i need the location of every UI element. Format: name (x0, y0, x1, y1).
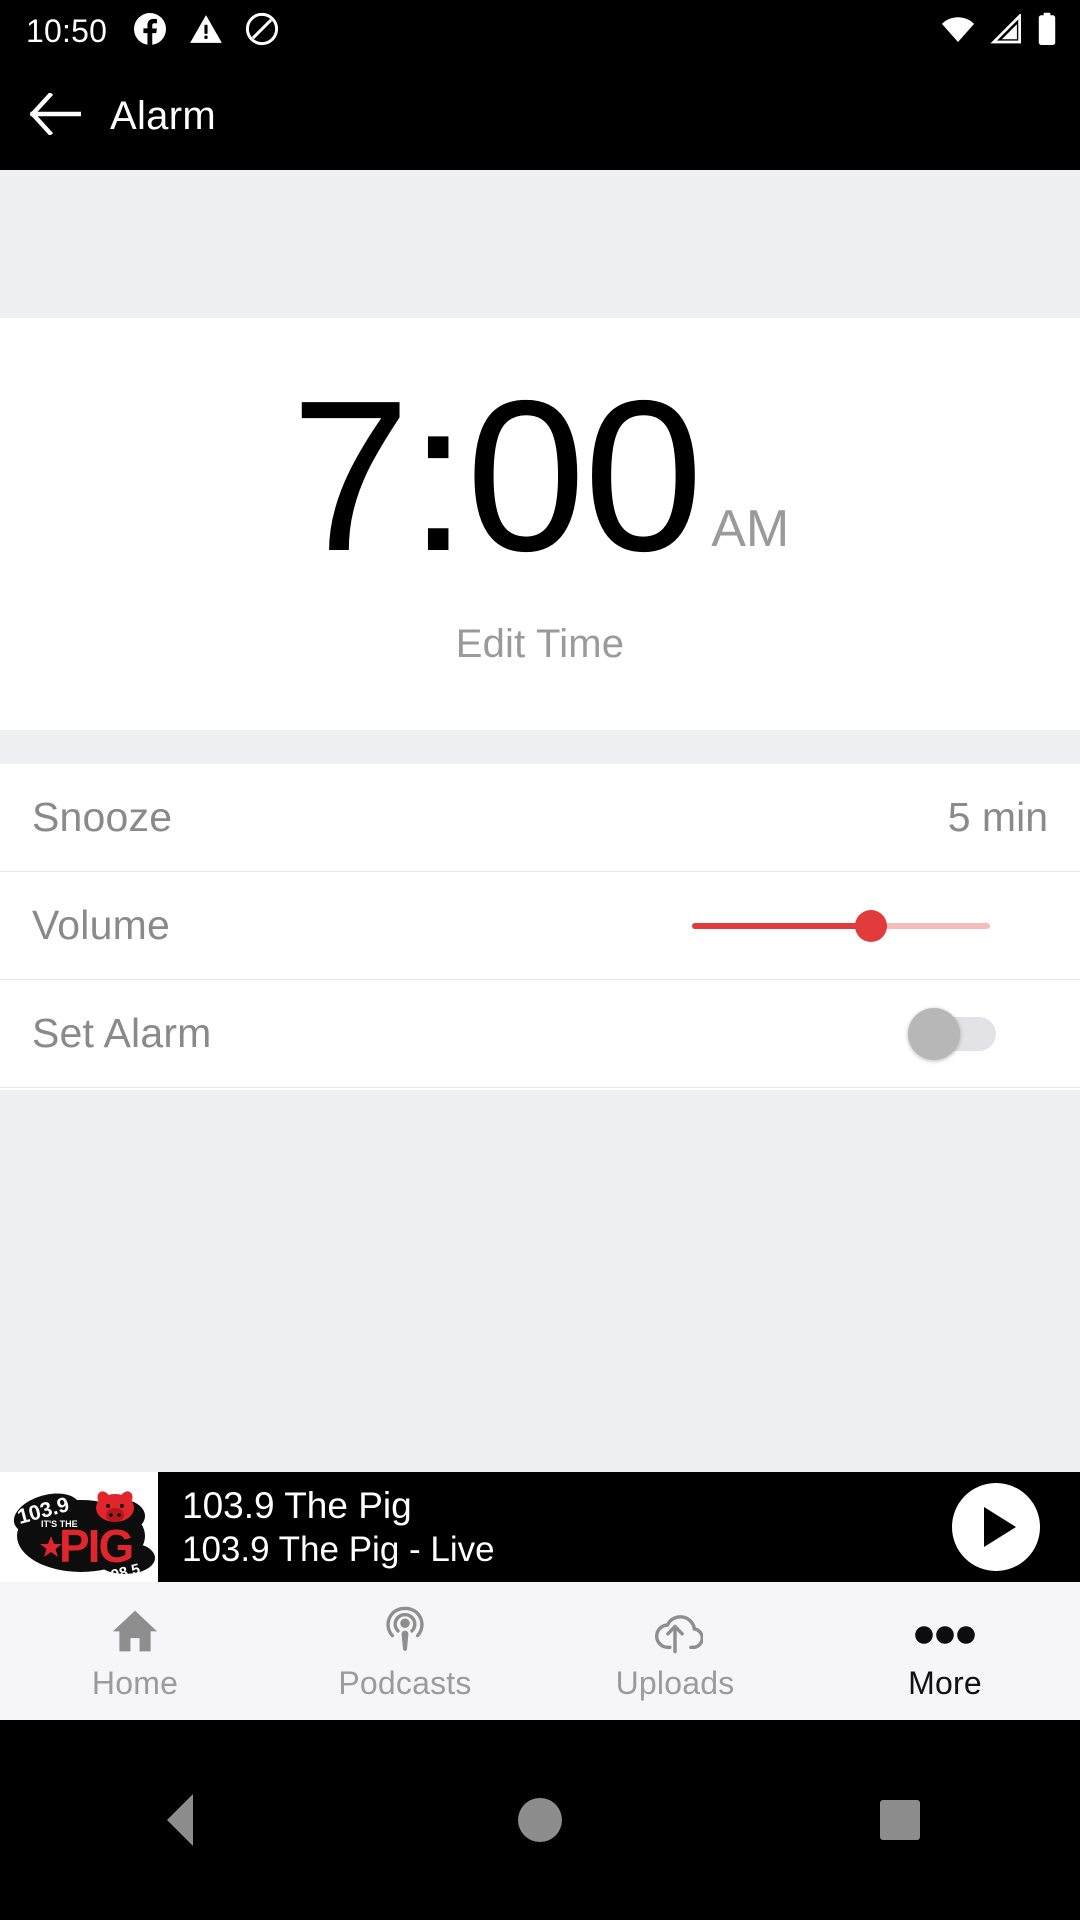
now-playing-bar[interactable]: 103.9 IT'S THE PIG 98.5 103.9 The Pig 10… (0, 1472, 1080, 1582)
more-dots-icon (912, 1601, 978, 1657)
nav-recents-icon (880, 1800, 920, 1840)
home-icon (109, 1601, 161, 1657)
page-title: Alarm (110, 93, 216, 138)
section-divider-band (0, 730, 1080, 764)
nav-back-button[interactable] (0, 1794, 360, 1846)
warning-triangle-icon (189, 13, 223, 50)
do-not-disturb-icon (245, 12, 279, 51)
set-alarm-label: Set Alarm (32, 1010, 212, 1056)
wifi-icon (940, 14, 976, 49)
tab-uploads-label: Uploads (615, 1664, 735, 1701)
tab-more[interactable]: More (810, 1582, 1080, 1720)
tab-uploads[interactable]: Uploads (540, 1582, 810, 1720)
play-button[interactable] (952, 1483, 1040, 1571)
volume-slider-fill (692, 922, 871, 929)
volume-label: Volume (32, 902, 170, 948)
volume-slider[interactable] (692, 906, 990, 946)
play-icon (984, 1507, 1016, 1547)
snooze-value-wrap: 5 min (948, 794, 1048, 841)
set-alarm-row[interactable]: Set Alarm (0, 980, 1080, 1088)
alarm-time-row: 7:00 AM (290, 354, 790, 596)
status-bar-system-icons (940, 12, 1058, 51)
volume-control-wrap (692, 906, 1048, 946)
nav-home-icon (518, 1798, 562, 1842)
now-playing-subtitle: 103.9 The Pig - Live (182, 1530, 495, 1570)
station-artwork: 103.9 IT'S THE PIG 98.5 (0, 1472, 158, 1582)
cellular-signal-icon (989, 12, 1023, 49)
nav-back-icon (167, 1794, 193, 1846)
android-navigation-bar (0, 1720, 1080, 1920)
bottom-tab-bar: Home Podcasts Uploads More (0, 1582, 1080, 1720)
status-bar-notification-icons (133, 12, 279, 51)
app-bar: Alarm (0, 62, 1080, 170)
snooze-label: Snooze (32, 794, 173, 840)
nav-recents-button[interactable] (720, 1800, 1080, 1840)
back-button[interactable] (0, 91, 110, 140)
now-playing-meta: 103.9 The Pig 103.9 The Pig - Live (158, 1485, 952, 1570)
snooze-value: 5 min (947, 794, 1048, 840)
status-bar-clock: 10:50 (26, 13, 108, 49)
volume-row[interactable]: Volume (0, 872, 1080, 980)
set-alarm-toggle-thumb[interactable] (908, 1007, 960, 1060)
set-alarm-toggle[interactable] (908, 1007, 996, 1060)
volume-slider-thumb[interactable] (854, 909, 887, 942)
set-alarm-toggle-wrap (908, 1007, 1048, 1060)
tab-home[interactable]: Home (0, 1582, 270, 1720)
status-bar: 10:50 (0, 0, 1080, 62)
tab-home-label: Home (91, 1664, 179, 1701)
nav-home-button[interactable] (360, 1798, 720, 1842)
snooze-row[interactable]: Snooze 5 min (0, 764, 1080, 872)
now-playing-title: 103.9 The Pig (182, 1484, 412, 1526)
tab-more-label: More (908, 1664, 982, 1701)
podcast-icon (378, 1601, 432, 1657)
alarm-time: 7:00 (290, 354, 703, 596)
bottom-gray-band (0, 1090, 1080, 1472)
cloud-upload-icon (647, 1601, 703, 1657)
facebook-icon (133, 12, 167, 51)
settings-list: Snooze 5 min Volume Set Alarm (0, 764, 1080, 1088)
top-gray-band (0, 170, 1080, 318)
arrow-left-icon (29, 91, 82, 140)
battery-full-icon (1036, 12, 1058, 51)
alarm-meridiem: AM (711, 499, 790, 558)
alarm-time-section[interactable]: 7:00 AM Edit Time (0, 318, 1080, 730)
tab-podcasts-label: Podcasts (338, 1664, 472, 1701)
edit-time-button[interactable]: Edit Time (456, 622, 625, 667)
tab-podcasts[interactable]: Podcasts (270, 1582, 540, 1720)
alarm-screen: 10:50 Alarm 7:00 AM Edit Time Snooze 5 m… (0, 0, 1080, 1920)
